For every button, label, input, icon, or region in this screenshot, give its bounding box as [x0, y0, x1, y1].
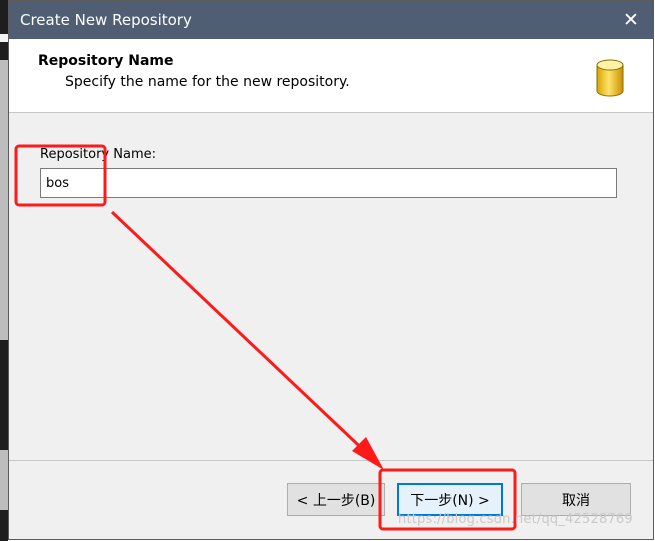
back-button[interactable]: < 上一步(B) — [287, 483, 385, 516]
wizard-content: Repository Name: — [9, 113, 653, 459]
title-bar: Create New Repository ✕ — [9, 1, 653, 39]
wizard-step-title: Repository Name — [38, 53, 174, 69]
wizard-step-subtitle: Specify the name for the new repository. — [65, 74, 350, 90]
wizard-header: Repository Name Specify the name for the… — [9, 39, 653, 113]
close-icon[interactable]: ✕ — [609, 1, 653, 39]
repository-name-label: Repository Name: — [40, 147, 156, 162]
background-window-strip — [0, 0, 8, 541]
database-icon — [596, 59, 624, 97]
footer-divider — [9, 460, 653, 461]
dialog-title: Create New Repository — [20, 11, 192, 29]
repository-name-input[interactable] — [40, 168, 617, 198]
create-repository-dialog: Create New Repository ✕ Repository Name … — [8, 0, 654, 540]
watermark-text: https://blog.csdn.net/qq_42528769 — [398, 512, 633, 527]
